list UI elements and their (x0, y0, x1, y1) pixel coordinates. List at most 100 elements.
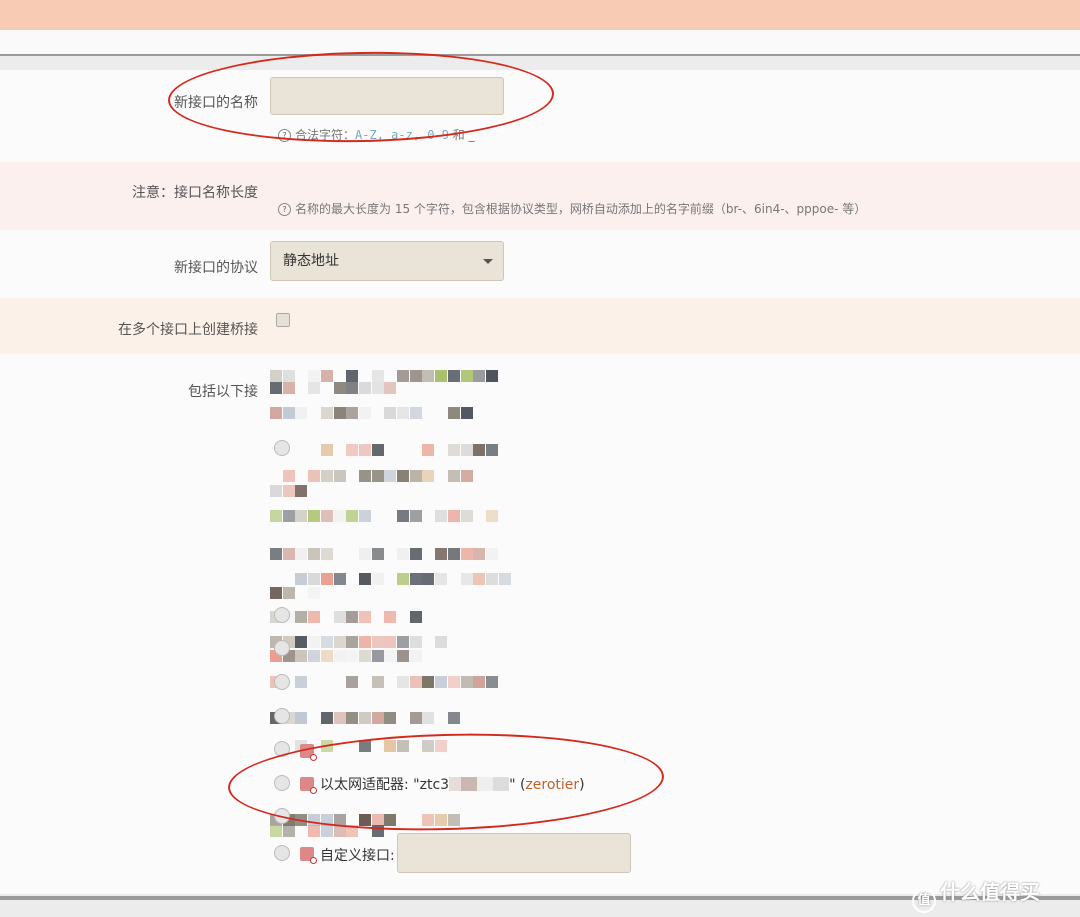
custom-interface-input[interactable] (397, 833, 631, 873)
redacted-interface-row (270, 573, 530, 585)
mosaic-pixel (308, 573, 321, 585)
mosaic-pixel (358, 470, 371, 482)
mosaic-pixel (295, 676, 308, 688)
mosaic-pixel (460, 444, 473, 456)
mosaic-pixel (295, 611, 308, 623)
mosaic-pixel (409, 573, 422, 585)
mosaic-pixel (282, 382, 295, 394)
mosaic-pixel (320, 548, 333, 560)
mosaic-pixel (435, 510, 448, 522)
mosaic-pixel (333, 573, 346, 585)
mosaic-pixel (333, 650, 346, 662)
mosaic-pixel (447, 407, 460, 419)
mosaic-pixel (358, 548, 371, 560)
redacted-interface-row (270, 485, 530, 497)
mosaic-pixel (333, 636, 346, 648)
mosaic-pixel (409, 510, 422, 522)
mosaic-pixel (422, 712, 435, 724)
mosaic-pixel (409, 650, 422, 662)
mosaic-pixel (384, 650, 397, 662)
mosaic-pixel (346, 370, 359, 382)
mosaic-pixel (270, 370, 282, 382)
mosaic-pixel (447, 370, 460, 382)
interface-radio[interactable] (274, 607, 290, 623)
watermark-badge: 值 (912, 889, 936, 913)
mosaic-pixel (308, 510, 321, 522)
mosaic-pixel (308, 470, 321, 482)
mosaic-pixel (397, 676, 409, 688)
mosaic-pixel (295, 636, 308, 648)
mosaic-pixel (371, 573, 384, 585)
mosaic-pixel (270, 548, 282, 560)
mosaic-pixel (371, 712, 384, 724)
mosaic-pixel (308, 382, 321, 394)
mosaic-pixel (346, 676, 359, 688)
mosaic-pixel (295, 573, 308, 585)
mosaic-pixel (333, 382, 346, 394)
mosaic-pixel (371, 650, 384, 662)
mosaic-pixel (358, 444, 371, 456)
interface-radio[interactable] (274, 708, 290, 724)
mosaic-pixel (384, 712, 397, 724)
mosaic-pixel (397, 407, 409, 419)
mosaic-pixel (447, 548, 460, 560)
mosaic-pixel (397, 510, 409, 522)
mosaic-pixel (320, 444, 333, 456)
interface-radio[interactable] (274, 440, 290, 456)
mosaic-pixel (422, 370, 435, 382)
note-hint: ? 名称的最大长度为 15 个字符，包含根据协议类型，网桥自动添加上的名字前缀（b… (278, 200, 866, 217)
mosaic-pixel (282, 485, 295, 497)
mosaic-pixel (384, 407, 397, 419)
mosaic-pixel (371, 370, 384, 382)
redacted-interface-row (270, 548, 530, 560)
redacted-interface-row (270, 470, 530, 482)
mosaic-pixel (397, 636, 409, 648)
mosaic-pixel (485, 510, 498, 522)
mosaic-pixel (447, 712, 460, 724)
mosaic-pixel (460, 548, 473, 560)
mosaic-pixel (346, 650, 359, 662)
help-icon: ? (278, 203, 291, 216)
mosaic-pixel (282, 587, 295, 599)
mosaic-pixel (295, 650, 308, 662)
mosaic-pixel (473, 370, 486, 382)
mosaic-pixel (384, 382, 397, 394)
mosaic-pixel (333, 712, 346, 724)
mosaic-pixel (485, 370, 498, 382)
redacted-interface-row (270, 676, 530, 688)
mosaic-pixel (397, 573, 409, 585)
bridge-label: 在多个接口上创建桥接 (118, 322, 258, 338)
mosaic-pixel (270, 382, 282, 394)
mosaic-pixel (384, 611, 397, 623)
mosaic-pixel (473, 573, 486, 585)
mosaic-pixel (358, 573, 371, 585)
mosaic-pixel (485, 548, 498, 560)
mosaic-pixel (282, 370, 295, 382)
mosaic-pixel (320, 825, 333, 837)
mosaic-pixel (422, 676, 435, 688)
mosaic-pixel (409, 548, 422, 560)
note-row: 注意：接口名称长度 ? 名称的最大长度为 15 个字符，包含根据协议类型，网桥自动… (0, 162, 1080, 230)
mosaic-pixel (397, 470, 409, 482)
mosaic-pixel (282, 510, 295, 522)
interface-radio[interactable] (274, 674, 290, 690)
mosaic-pixel (282, 548, 295, 560)
mosaic-pixel (295, 510, 308, 522)
mosaic-pixel (270, 510, 282, 522)
mosaic-pixel (282, 407, 295, 419)
interface-radio[interactable] (274, 640, 290, 656)
note-label: 注意：接口名称长度 (132, 185, 258, 201)
redacted-interface-row (270, 712, 530, 724)
mosaic-pixel (473, 444, 486, 456)
mosaic-pixel (295, 548, 308, 560)
bridge-row: 在多个接口上创建桥接 (0, 298, 1080, 354)
bridge-checkbox[interactable] (276, 313, 290, 327)
custom-interface-radio[interactable] (274, 845, 290, 861)
mosaic-pixel (485, 676, 498, 688)
mosaic-pixel (460, 407, 473, 419)
mosaic-pixel (460, 470, 473, 482)
mosaic-pixel (333, 407, 346, 419)
mosaic-pixel (346, 712, 359, 724)
protocol-select[interactable]: 静态地址 (270, 241, 504, 281)
mosaic-pixel (409, 407, 422, 419)
